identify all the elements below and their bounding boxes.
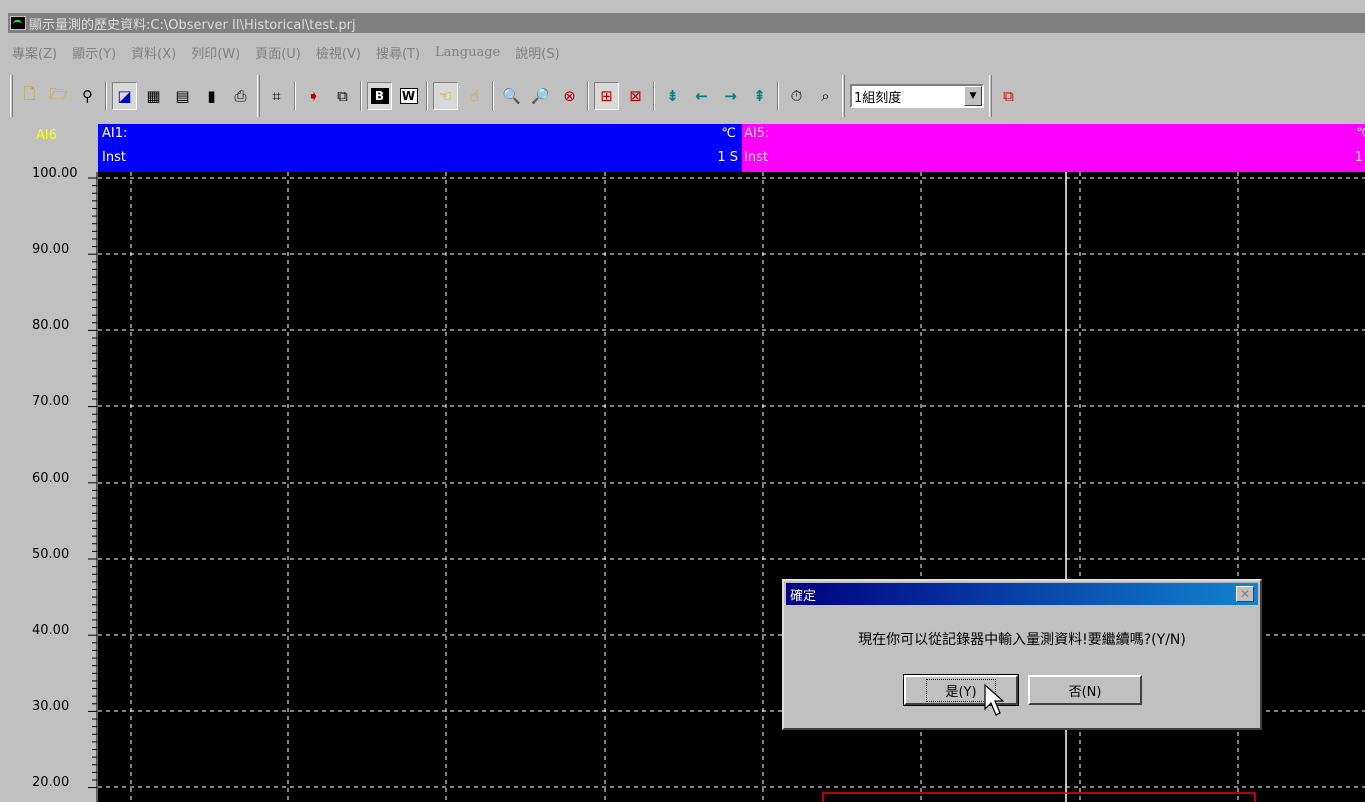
selection-box bbox=[822, 792, 1256, 802]
dialog-message: 現在你可以從記錄器中輸入量測資料!要繼續嗎?(Y/N) bbox=[858, 632, 1186, 648]
time-search-icon[interactable]: ⌕ bbox=[813, 82, 838, 110]
new-file-icon[interactable]: 🗋 bbox=[17, 82, 42, 110]
scale-select-value: 1組刻度 bbox=[854, 90, 902, 106]
y-tick-label: 70.00 bbox=[32, 394, 70, 409]
menu-data[interactable]: 資料(X) bbox=[127, 43, 176, 62]
scroll-hand-icon[interactable]: ☝ bbox=[462, 82, 487, 110]
open-folder-icon[interactable]: 🗁 bbox=[46, 82, 71, 110]
channel-unit: ℃ bbox=[1356, 126, 1365, 141]
channel-header-ai1[interactable]: AI1: ℃ Inst 1 S bbox=[98, 124, 742, 172]
left-channel-tag: AI6 bbox=[36, 128, 57, 143]
menu-language[interactable]: Language bbox=[431, 45, 500, 60]
range-select-icon[interactable]: ⊠ bbox=[623, 82, 648, 110]
channel-interval: 1 bbox=[1354, 150, 1363, 165]
pointer-hand-icon[interactable]: ☜ bbox=[433, 82, 458, 110]
app-chart-icon[interactable] bbox=[10, 16, 26, 30]
y-axis: 100.00 90.00 80.00 70.00 60.00 50.00 40.… bbox=[8, 166, 98, 802]
first-page-icon[interactable]: ⇟ bbox=[660, 82, 685, 110]
channel-name: AI1: bbox=[102, 126, 128, 141]
grid-number-icon[interactable]: ⌗ bbox=[264, 82, 289, 110]
zoom-in-icon[interactable]: 🔎 bbox=[528, 82, 553, 110]
dropdown-arrow-icon[interactable]: ▼ bbox=[964, 86, 982, 106]
timer-icon[interactable]: ⏱ bbox=[784, 82, 809, 110]
no-button[interactable]: 否(N) bbox=[1028, 675, 1142, 705]
menu-display[interactable]: 顯示(Y) bbox=[68, 43, 116, 62]
copy-icon[interactable]: ⧉ bbox=[330, 82, 355, 110]
cursor-line-icon[interactable]: ⊞ bbox=[594, 82, 619, 110]
import-data-icon[interactable]: ⧉ bbox=[996, 82, 1021, 110]
menu-page[interactable]: 頁面(U) bbox=[251, 43, 301, 62]
toolbar: 🗋 🗁 ⚲ ◪ ▦ ▤ ▮ ⎙ ⌗ ➧ ⧉ B W ☜ ☝ 🔍 🔎 ⊗ ⊞ ⊠ … bbox=[8, 70, 1365, 122]
close-icon[interactable]: ✕ bbox=[1236, 586, 1254, 602]
channel-unit: ℃ bbox=[721, 126, 736, 141]
menu-view[interactable]: 檢視(V) bbox=[312, 43, 361, 62]
confirm-dialog: 確定 ✕ 現在你可以從記錄器中輸入量測資料!要繼續嗎?(Y/N) 是(Y) 否(… bbox=[782, 579, 1262, 730]
next-icon[interactable]: → bbox=[718, 82, 743, 110]
bar-view-icon[interactable]: ▮ bbox=[199, 82, 224, 110]
channel-name: AI5: bbox=[744, 126, 770, 141]
white-background-icon[interactable]: W bbox=[396, 82, 421, 110]
y-tick-label: 50.00 bbox=[32, 547, 70, 562]
report-view-icon[interactable]: ▤ bbox=[170, 82, 195, 110]
toolbar-grip[interactable] bbox=[10, 75, 13, 117]
y-tick-label: 20.00 bbox=[32, 775, 70, 790]
zoom-out-icon[interactable]: 🔍 bbox=[499, 82, 524, 110]
no-button-label: 否(N) bbox=[1068, 684, 1102, 700]
channel-mode: Inst bbox=[102, 150, 126, 165]
y-tick-label: 90.00 bbox=[32, 242, 70, 257]
channel-interval: 1 S bbox=[717, 150, 738, 165]
y-tick-label: 100.00 bbox=[32, 166, 78, 181]
y-tick-label: 30.00 bbox=[32, 699, 70, 714]
export-icon[interactable]: ➧ bbox=[301, 82, 326, 110]
menu-project[interactable]: 專案(Z) bbox=[8, 43, 57, 62]
y-tick-label: 40.00 bbox=[32, 623, 70, 638]
channel-header-ai5[interactable]: AI5: ℃ Inst 1 bbox=[742, 124, 1365, 172]
y-tick-label: 80.00 bbox=[32, 318, 70, 333]
mouse-pointer-icon bbox=[984, 684, 1004, 716]
previous-icon[interactable]: ← bbox=[689, 82, 714, 110]
table-view-icon[interactable]: ▦ bbox=[141, 82, 166, 110]
title-bar: 顯示量測的歷史資料:C:\Observer II\Historical\test… bbox=[8, 13, 1365, 33]
last-page-icon[interactable]: ⇞ bbox=[747, 82, 772, 110]
channel-mode: Inst bbox=[744, 150, 768, 165]
zoom-reset-icon[interactable]: ⊗ bbox=[557, 82, 582, 110]
dialog-title: 確定 bbox=[790, 588, 817, 604]
print-icon[interactable]: ⎙ bbox=[228, 82, 253, 110]
scale-select[interactable]: 1組刻度 ▼ bbox=[850, 84, 984, 108]
menu-bar: 專案(Z) 顯示(Y) 資料(X) 列印(W) 頁面(U) 檢視(V) 搜尋(T… bbox=[8, 38, 1365, 66]
window-title: 顯示量測的歷史資料:C:\Observer II\Historical\test… bbox=[29, 17, 356, 33]
menu-print[interactable]: 列印(W) bbox=[187, 43, 240, 62]
properties-icon[interactable]: ⚲ bbox=[75, 82, 100, 110]
y-tick-label: 60.00 bbox=[32, 471, 70, 486]
menu-search[interactable]: 搜尋(T) bbox=[372, 43, 420, 62]
trend-view-icon[interactable]: ◪ bbox=[112, 82, 137, 110]
dialog-title-bar: 確定 ✕ bbox=[786, 583, 1258, 605]
menu-help[interactable]: 說明(S) bbox=[511, 43, 559, 62]
black-background-icon[interactable]: B bbox=[367, 82, 392, 110]
